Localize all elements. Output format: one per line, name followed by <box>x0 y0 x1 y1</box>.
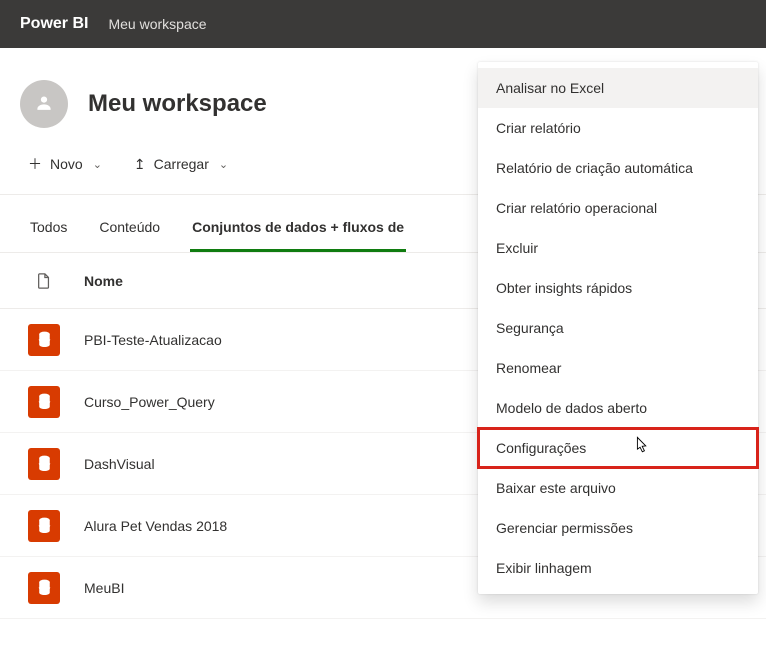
menu-item[interactable]: Analisar no Excel <box>478 68 758 108</box>
upload-icon: ↥ <box>134 157 146 171</box>
page-title: Meu workspace <box>88 90 267 118</box>
chevron-down-icon: ⌄ <box>219 158 228 171</box>
upload-button[interactable]: ↥ Carregar ⌄ <box>132 152 230 176</box>
breadcrumb[interactable]: Meu workspace <box>108 16 206 32</box>
brand-label: Power BI <box>20 15 88 33</box>
chevron-down-icon: ⌄ <box>93 158 102 171</box>
menu-item[interactable]: Relatório de criação automática <box>478 148 758 188</box>
cursor-pointer-icon <box>632 436 650 461</box>
tab-2[interactable]: Conjuntos de dados + fluxos de <box>190 209 406 252</box>
topbar: Power BI Meu workspace <box>0 0 766 48</box>
dataset-icon <box>28 510 60 542</box>
menu-item[interactable]: Modelo de dados aberto <box>478 388 758 428</box>
tab-1[interactable]: Conteúdo <box>97 209 162 252</box>
dataset-icon <box>28 324 60 356</box>
new-button-label: Novo <box>50 156 83 172</box>
document-icon <box>20 273 68 289</box>
menu-item[interactable]: Criar relatório operacional <box>478 188 758 228</box>
menu-item[interactable]: Criar relatório <box>478 108 758 148</box>
dataset-icon <box>28 386 60 418</box>
menu-item[interactable]: Excluir <box>478 228 758 268</box>
plus-icon: ＋ <box>28 157 42 171</box>
dataset-icon <box>28 448 60 480</box>
new-button[interactable]: ＋ Novo ⌄ <box>26 152 104 176</box>
dataset-icon <box>28 572 60 604</box>
workspace-avatar-icon <box>20 80 68 128</box>
tab-0[interactable]: Todos <box>28 209 69 252</box>
menu-item[interactable]: Baixar este arquivo <box>478 468 758 508</box>
menu-item[interactable]: Exibir linhagem <box>478 548 758 588</box>
menu-item[interactable]: Renomear <box>478 348 758 388</box>
menu-item[interactable]: Segurança <box>478 308 758 348</box>
upload-button-label: Carregar <box>154 156 209 172</box>
menu-item[interactable]: Obter insights rápidos <box>478 268 758 308</box>
menu-item[interactable]: Configurações <box>478 428 758 468</box>
menu-item[interactable]: Gerenciar permissões <box>478 508 758 548</box>
context-menu: Analisar no ExcelCriar relatórioRelatóri… <box>478 62 758 594</box>
